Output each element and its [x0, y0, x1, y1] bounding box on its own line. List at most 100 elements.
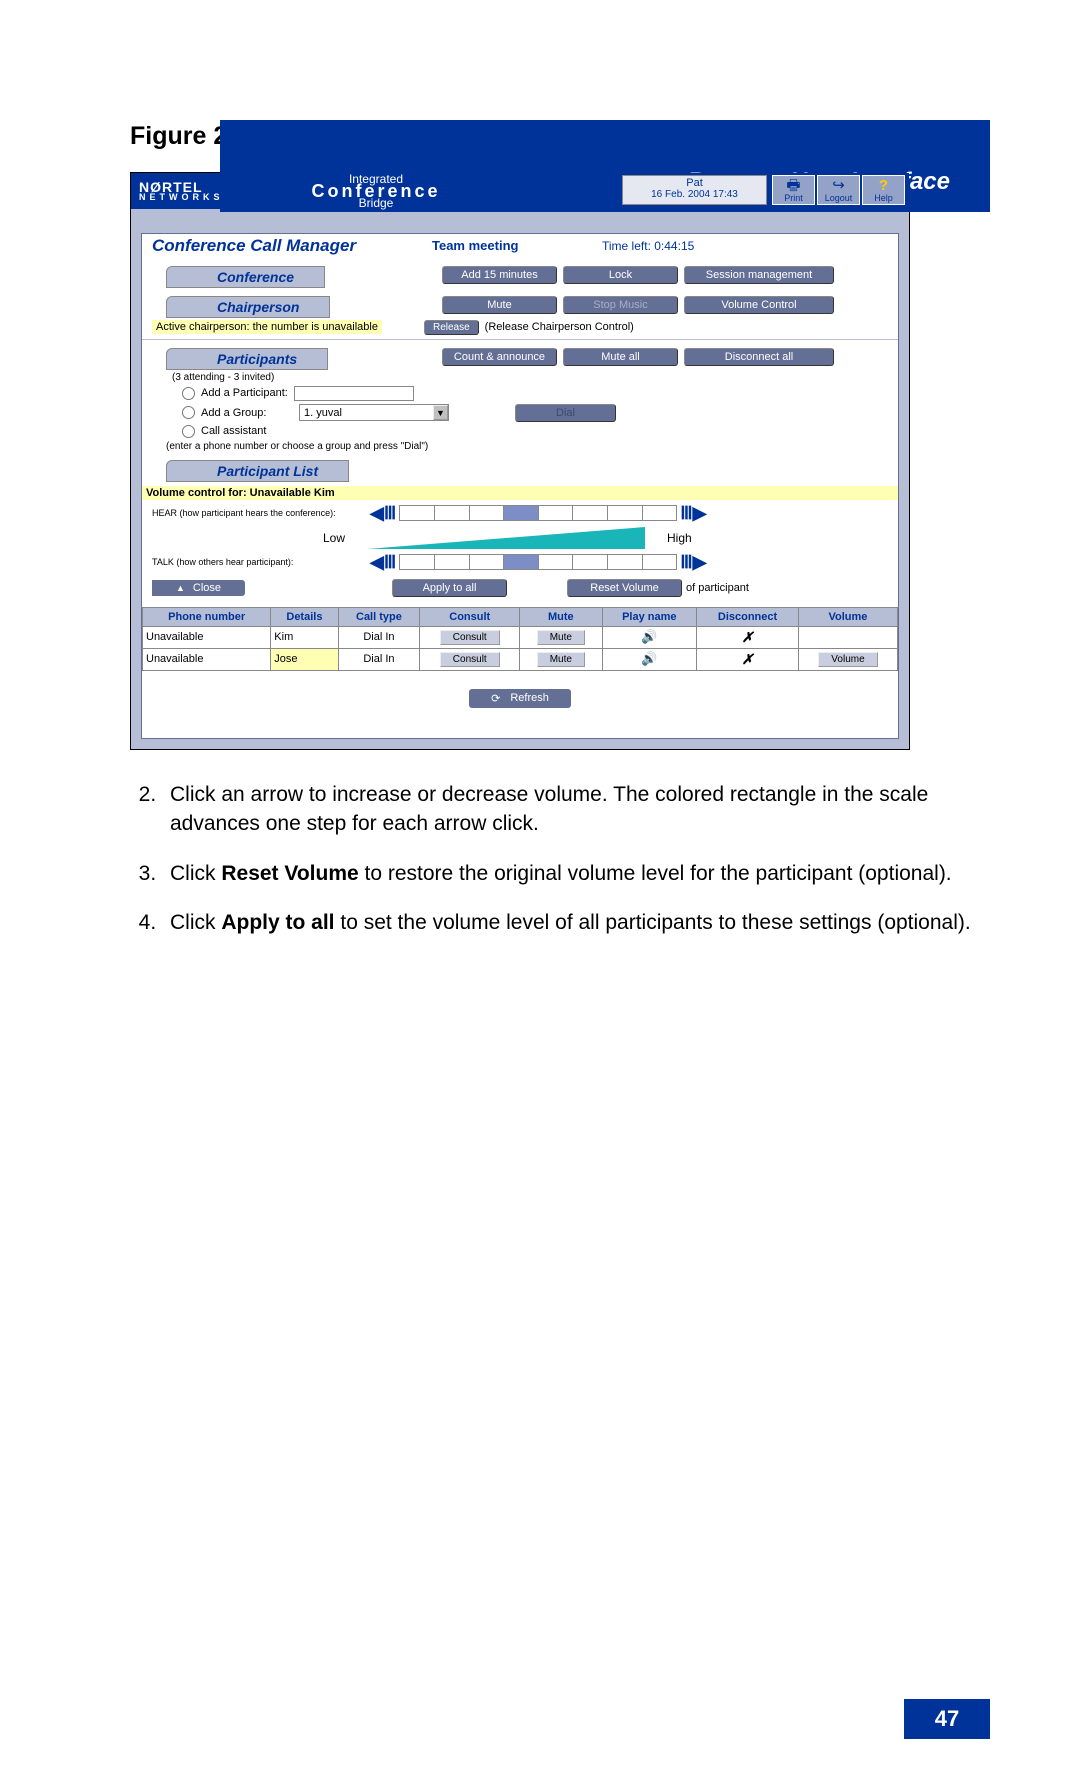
details-cell: Jose [271, 648, 338, 670]
add-group-radio[interactable] [182, 406, 195, 419]
screenshot-frame: NØRTEL NETWORKS Integrated Conference Br… [130, 172, 910, 750]
table-row: UnavailableKimDial In Consult Mute 🔊 ✗ [143, 626, 898, 648]
user-datetime: 16 Feb. 2004 17:43 [623, 189, 766, 200]
consult-button[interactable]: Consult [440, 652, 500, 667]
disconnect-cell: ✗ [697, 648, 799, 670]
reset-volume-button[interactable]: Reset Volume [567, 579, 682, 597]
talk-decrease-arrow[interactable]: ◀Ⅲ [367, 552, 399, 573]
apply-to-all-button[interactable]: Apply to all [392, 579, 507, 597]
participants-tab: Participants [166, 348, 328, 370]
consult-button[interactable]: Consult [440, 630, 500, 645]
app-header: NØRTEL NETWORKS Integrated Conference Br… [131, 173, 909, 209]
logo-sub: NETWORKS [139, 192, 276, 202]
hear-decrease-arrow[interactable]: ◀Ⅲ [367, 503, 399, 524]
calltype-cell: Dial In [338, 648, 420, 670]
instruction-item: Click Apply to all to set the volume lev… [162, 908, 990, 937]
disconnect-button[interactable]: ✗ [742, 651, 754, 667]
table-header: Details [271, 607, 338, 626]
print-icon: 🖶 [786, 179, 800, 193]
group-select[interactable]: 1. yuval▼ [299, 404, 449, 421]
print-button[interactable]: 🖶Print [772, 175, 815, 205]
volume-cell [798, 626, 897, 648]
attending-note: (3 attending - 3 invited) [172, 372, 898, 383]
volume-row-button[interactable]: Volume [818, 652, 877, 667]
playname-cell: 🔊 [602, 626, 697, 648]
phone-cell: Unavailable [143, 648, 271, 670]
logout-icon: ↪ [832, 179, 845, 193]
phone-cell: Unavailable [143, 626, 271, 648]
meeting-name: Team meeting [432, 238, 602, 253]
table-row: UnavailableJoseDial In Consult Mute 🔊 ✗ Volum… [143, 648, 898, 670]
mute-button[interactable]: Mute [442, 296, 557, 314]
close-button[interactable]: ▲ Close [152, 580, 245, 596]
release-note: (Release Chairperson Control) [485, 321, 634, 333]
product-name: Integrated Conference Bridge [276, 173, 476, 209]
main-panel: Conference Call Manager Team meeting Tim… [141, 233, 899, 739]
participant-list-tab: Participant List [166, 460, 349, 482]
talk-label: TALK (how others hear participant): [152, 557, 367, 567]
logo: NØRTEL NETWORKS [131, 179, 276, 202]
add-group-label: Add a Group: [201, 407, 293, 419]
consult-cell: Consult [420, 648, 520, 670]
table-header: Play name [602, 607, 697, 626]
mute-all-button[interactable]: Mute all [563, 348, 678, 366]
time-left-value: 0:44:15 [654, 239, 694, 253]
talk-increase-arrow[interactable]: Ⅲ▶ [677, 552, 709, 573]
release-button[interactable]: Release [424, 320, 479, 335]
refresh-icon: ⟳ [491, 692, 500, 705]
table-header: Phone number [143, 607, 271, 626]
page-number: 47 [904, 1699, 990, 1739]
lock-button[interactable]: Lock [563, 266, 678, 284]
playname-cell: 🔊 [602, 648, 697, 670]
volume-control-button[interactable]: Volume Control [684, 296, 834, 314]
play-name-button[interactable]: 🔊 [641, 651, 657, 666]
dial-button[interactable]: Dial [515, 404, 616, 422]
instruction-list: Click an arrow to increase or decrease v… [130, 780, 990, 938]
chairperson-tab: Chairperson [166, 296, 330, 318]
count-announce-button[interactable]: Count & announce [442, 348, 557, 366]
table-header: Mute [520, 607, 602, 626]
help-button[interactable]: ?Help [862, 175, 905, 205]
logout-button[interactable]: ↪Logout [817, 175, 860, 205]
play-name-button[interactable]: 🔊 [641, 629, 657, 644]
add-participant-radio[interactable] [182, 387, 195, 400]
panel-header: Conference Call Manager Team meeting Tim… [142, 234, 898, 258]
stop-music-button[interactable]: Stop Music [563, 296, 678, 314]
add-15-button[interactable]: Add 15 minutes [442, 266, 557, 284]
call-assistant-radio[interactable] [182, 425, 195, 438]
participant-input[interactable] [294, 386, 414, 401]
volume-control-for: Volume control for: Unavailable Kim [142, 486, 898, 500]
volume-cell: Volume [798, 648, 897, 670]
time-left-label: Time left: 0:44:15 [602, 239, 694, 253]
talk-scale [399, 554, 677, 570]
table-header: Volume [798, 607, 897, 626]
hear-increase-arrow[interactable]: Ⅲ▶ [677, 503, 709, 524]
table-header: Consult [420, 607, 520, 626]
dial-hint: (enter a phone number or choose a group … [166, 441, 898, 452]
session-mgmt-button[interactable]: Session management [684, 266, 834, 284]
conference-tab: Conference [166, 266, 325, 288]
participant-table: Phone numberDetailsCall typeConsultMuteP… [142, 607, 898, 671]
panel-title: Conference Call Manager [152, 236, 432, 256]
table-header: Call type [338, 607, 420, 626]
hear-scale [399, 505, 677, 521]
disconnect-all-button[interactable]: Disconnect all [684, 348, 834, 366]
details-cell: Kim [271, 626, 338, 648]
help-icon: ? [879, 179, 888, 193]
disconnect-button[interactable]: ✗ [742, 629, 754, 645]
mute-row-button[interactable]: Mute [537, 630, 585, 645]
add-participant-label: Add a Participant: [201, 387, 288, 399]
mute-row-button[interactable]: Mute [537, 652, 585, 667]
low-label: Low [152, 531, 367, 545]
user-info: Pat 16 Feb. 2004 17:43 [622, 175, 767, 205]
calltype-cell: Dial In [338, 626, 420, 648]
chevron-down-icon: ▼ [433, 405, 448, 420]
refresh-button[interactable]: ⟳ Refresh [469, 689, 571, 708]
active-chairperson-note: Active chairperson: the number is unavai… [152, 320, 382, 334]
high-label: High [667, 531, 692, 545]
instruction-item: Click Reset Volume to restore the origin… [162, 859, 990, 888]
call-assistant-label: Call assistant [201, 425, 266, 437]
instruction-item: Click an arrow to increase or decrease v… [162, 780, 990, 839]
disconnect-cell: ✗ [697, 626, 799, 648]
consult-cell: Consult [420, 626, 520, 648]
